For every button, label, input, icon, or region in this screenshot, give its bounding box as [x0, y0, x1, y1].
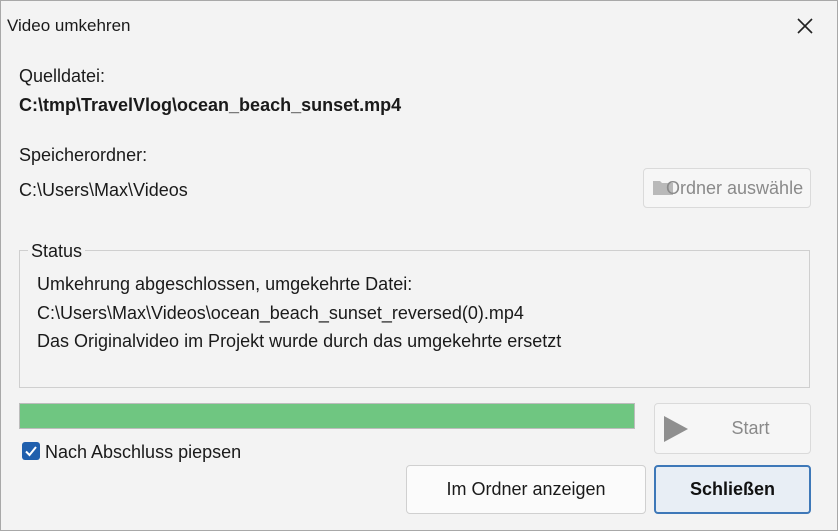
- show-in-folder-label: Im Ordner anzeigen: [446, 479, 606, 499]
- window-title: Video umkehren: [7, 16, 131, 35]
- status-line: Umkehrung abgeschlossen, umgekehrte Date…: [37, 274, 413, 294]
- beep-checkbox-label[interactable]: Nach Abschluss piepsen: [45, 442, 241, 463]
- dialog-window: Video umkehren Quelldatei: C:\tmp\Travel…: [0, 0, 838, 531]
- close-window-button[interactable]: [773, 1, 837, 51]
- choose-folder-label: Ordner auswähle: [666, 177, 804, 198]
- close-button-label: Schließen: [689, 479, 776, 499]
- start-button-label: Start: [731, 418, 770, 438]
- status-line: C:\Users\Max\Videos\ocean_beach_sunset_r…: [37, 303, 524, 323]
- title-bar: Video umkehren: [1, 1, 837, 51]
- close-icon: [797, 18, 813, 34]
- source-file-path: C:\tmp\TravelVlog\ocean_beach_sunset.mp4: [19, 95, 402, 115]
- play-icon: [664, 416, 688, 442]
- save-folder-label: Speicherordner:: [19, 145, 148, 165]
- close-button[interactable]: Schließen: [654, 465, 811, 514]
- start-button[interactable]: Start: [654, 403, 811, 454]
- status-group: Status Umkehrung abgeschlossen, umgekehr…: [19, 241, 810, 388]
- beep-checkbox[interactable]: [22, 442, 40, 460]
- status-line: Das Originalvideo im Projekt wurde durch…: [37, 331, 562, 351]
- save-folder-path: C:\Users\Max\Videos: [19, 180, 188, 200]
- choose-folder-button[interactable]: Ordner auswähle: [643, 168, 811, 208]
- status-legend: Status: [28, 241, 86, 262]
- progress-bar: [19, 403, 635, 429]
- source-file-label: Quelldatei:: [19, 66, 106, 86]
- progress-fill: [20, 404, 634, 428]
- show-in-folder-button[interactable]: Im Ordner anzeigen: [406, 465, 646, 514]
- checkmark-icon: [25, 446, 37, 457]
